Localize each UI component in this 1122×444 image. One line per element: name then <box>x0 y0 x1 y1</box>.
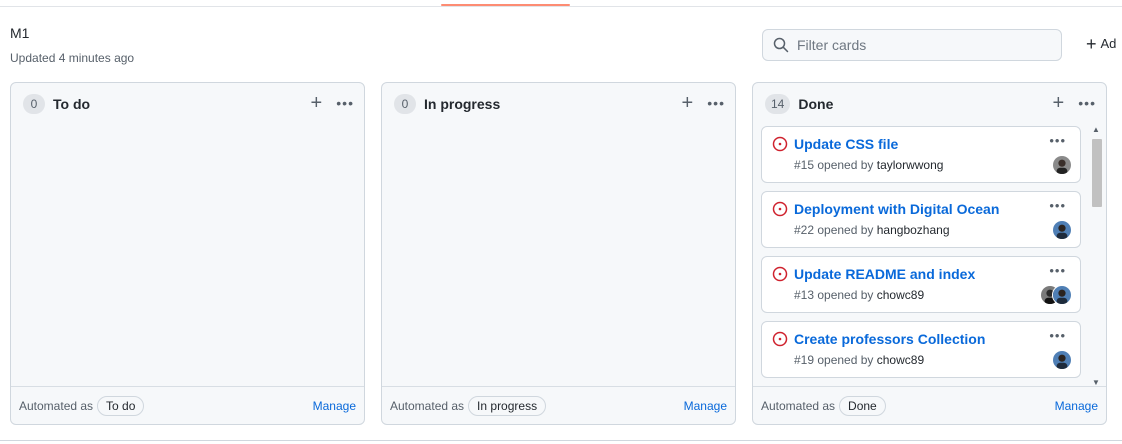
issue-title-link[interactable]: Update README and index <box>794 266 975 282</box>
issue-meta: #19 opened by chowc89 <box>794 353 924 367</box>
issue-author[interactable]: hangbozhang <box>877 223 950 237</box>
column-menu-kebab-icon[interactable]: ••• <box>707 93 725 113</box>
column-menu-kebab-icon[interactable]: ••• <box>1078 93 1096 113</box>
filter-cards-input[interactable] <box>797 37 1047 53</box>
issue-card[interactable]: Create professors Collection #19 opened … <box>761 321 1081 378</box>
scroll-up-arrow-icon[interactable]: ▲ <box>1092 125 1100 134</box>
automation-badge: To do <box>97 395 145 416</box>
column-title: Done <box>798 96 834 112</box>
column-header: 14 Done + ••• <box>753 83 1106 125</box>
closed-issue-icon <box>772 136 788 152</box>
column-title: In progress <box>424 96 501 112</box>
issue-title-link[interactable]: Create professors Collection <box>794 331 985 347</box>
avatar <box>1052 220 1072 240</box>
issue-meta: #13 opened by chowc89 <box>794 288 924 302</box>
card-menu-kebab-icon[interactable]: ••• <box>1049 263 1066 278</box>
column-in-progress: 0 In progress + ••• Automated as In prog… <box>381 82 736 425</box>
cards-list: Update CSS file #15 opened by taylorwwon… <box>761 125 1086 387</box>
top-nav-bar <box>0 0 1122 7</box>
issue-meta-prefix: #15 opened by <box>794 158 874 172</box>
card-menu-kebab-icon[interactable]: ••• <box>1049 133 1066 148</box>
avatar <box>1052 155 1072 175</box>
automated-label: Automated as <box>19 398 94 413</box>
issue-card[interactable]: Update CSS file #15 opened by taylorwwon… <box>761 126 1081 183</box>
plus-icon: + <box>1086 33 1097 54</box>
issue-meta-prefix: #19 opened by <box>794 353 874 367</box>
avatar <box>1052 285 1072 305</box>
avatar <box>1052 350 1072 370</box>
column-menu-kebab-icon[interactable]: ••• <box>336 93 354 113</box>
column-count-badge: 14 <box>765 94 791 114</box>
issue-card[interactable]: Deployment with Digital Ocean #22 opened… <box>761 191 1081 248</box>
automation-badge: In progress <box>468 395 547 416</box>
column-title: To do <box>53 96 91 112</box>
manage-automation-link[interactable]: Manage <box>1055 399 1098 413</box>
issue-meta-prefix: #13 opened by <box>794 288 874 302</box>
manage-automation-link[interactable]: Manage <box>313 399 356 413</box>
page-bottom-divider <box>0 440 1122 441</box>
column-count-badge: 0 <box>23 94 45 114</box>
add-card-plus-icon[interactable]: + <box>677 93 697 113</box>
closed-issue-icon <box>772 331 788 347</box>
add-card-plus-icon[interactable]: + <box>1048 93 1068 113</box>
scrollbar-thumb[interactable] <box>1092 139 1102 207</box>
add-card-plus-icon[interactable]: + <box>306 93 326 113</box>
automated-label: Automated as <box>390 398 465 413</box>
cards-scrollbar[interactable]: ▲ ▼ <box>1090 125 1104 387</box>
project-title: M1 <box>10 25 30 41</box>
issue-meta-prefix: #22 opened by <box>794 223 874 237</box>
card-menu-kebab-icon[interactable]: ••• <box>1049 328 1066 343</box>
issue-author[interactable]: chowc89 <box>877 288 924 302</box>
search-icon <box>773 37 789 53</box>
column-header: 0 In progress + ••• <box>382 83 735 125</box>
column-footer: Automated as To do Manage <box>11 386 364 424</box>
issue-author[interactable]: taylorwwong <box>877 158 944 172</box>
issue-title-link[interactable]: Update CSS file <box>794 136 898 152</box>
column-todo: 0 To do + ••• Automated as To do Manage <box>10 82 365 425</box>
issue-meta: #22 opened by hangbozhang <box>794 223 950 237</box>
issue-title-link[interactable]: Deployment with Digital Ocean <box>794 201 999 217</box>
manage-automation-link[interactable]: Manage <box>684 399 727 413</box>
column-footer: Automated as In progress Manage <box>382 386 735 424</box>
card-menu-kebab-icon[interactable]: ••• <box>1049 198 1066 213</box>
issue-card[interactable]: Update README and index #13 opened by ch… <box>761 256 1081 313</box>
automation-badge: Done <box>839 395 886 416</box>
automated-label: Automated as <box>761 398 836 413</box>
column-footer: Automated as Done Manage <box>753 386 1106 424</box>
column-done: 14 Done + ••• Update CSS file #15 opened… <box>752 82 1107 425</box>
column-count-badge: 0 <box>394 94 416 114</box>
filter-cards-field[interactable] <box>762 29 1062 61</box>
active-tab-indicator <box>441 4 570 6</box>
closed-issue-icon <box>772 201 788 217</box>
closed-issue-icon <box>772 266 788 282</box>
issue-meta: #15 opened by taylorwwong <box>794 158 943 172</box>
add-column-button[interactable]: + Ad <box>1086 33 1117 54</box>
issue-author[interactable]: chowc89 <box>877 353 924 367</box>
column-header: 0 To do + ••• <box>11 83 364 125</box>
project-updated-time: Updated 4 minutes ago <box>10 51 135 65</box>
add-column-label: Ad <box>1100 36 1117 51</box>
